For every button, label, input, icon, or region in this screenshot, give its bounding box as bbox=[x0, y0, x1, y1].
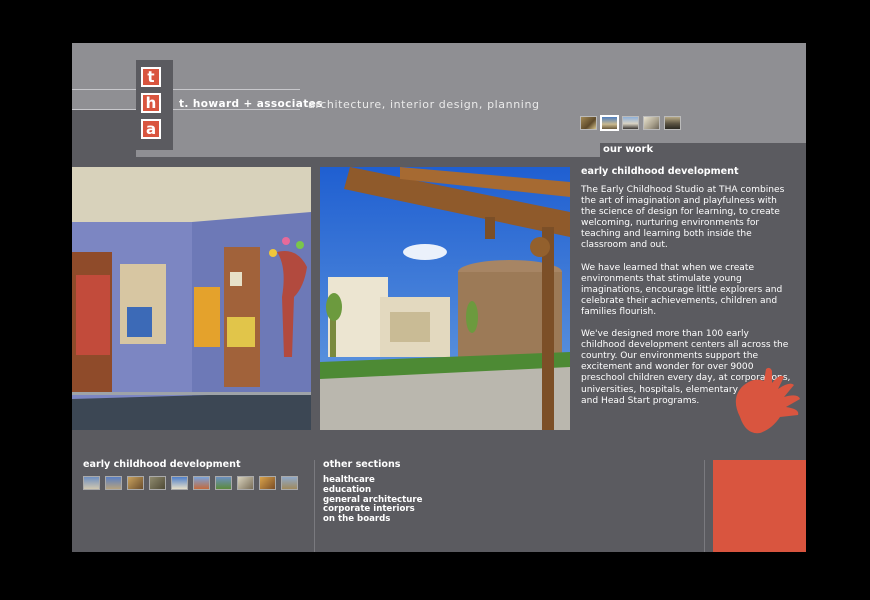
project-thumb-1[interactable] bbox=[580, 116, 597, 130]
project-title: early childhood development bbox=[581, 166, 739, 177]
section-thumb[interactable] bbox=[127, 476, 144, 490]
footer-nav: early childhood development other sectio… bbox=[72, 440, 806, 552]
site-container: t h a t. howard + associates architectur… bbox=[72, 43, 806, 552]
project-thumb-5[interactable] bbox=[664, 116, 681, 130]
accent-block bbox=[713, 460, 806, 552]
other-sections-list: healthcare education general architectur… bbox=[323, 475, 422, 525]
main-content: early childhood development The Early Ch… bbox=[72, 157, 806, 440]
other-sections-title: other sections bbox=[323, 459, 401, 470]
section-thumb[interactable] bbox=[215, 476, 232, 490]
logo[interactable]: t h a bbox=[136, 60, 173, 150]
nav-link-on-the-boards[interactable]: on the boards bbox=[323, 514, 422, 525]
project-thumb-4[interactable] bbox=[643, 116, 660, 130]
handprint-icon bbox=[735, 367, 800, 434]
project-thumb-2[interactable] bbox=[601, 116, 618, 130]
project-thumb-3[interactable] bbox=[622, 116, 639, 130]
description-paragraph: We have learned that when we create envi… bbox=[581, 262, 783, 317]
section-thumbnail-strip bbox=[83, 476, 298, 490]
classroom-photo bbox=[72, 167, 311, 430]
section-thumb[interactable] bbox=[105, 476, 122, 490]
tagline: architecture, interior design, planning bbox=[308, 98, 540, 111]
footer-divider bbox=[314, 460, 315, 552]
section-thumb[interactable] bbox=[259, 476, 276, 490]
logo-letter-t: t bbox=[141, 67, 161, 87]
our-work-label: our work bbox=[603, 144, 654, 155]
project-thumbnail-strip bbox=[580, 116, 681, 130]
section-title: early childhood development bbox=[83, 459, 241, 470]
header-rule-top bbox=[72, 89, 300, 90]
description-paragraph: The Early Childhood Studio at THA combin… bbox=[581, 185, 785, 251]
courtyard-photo bbox=[320, 167, 570, 430]
firm-name: t. howard + associates bbox=[179, 98, 323, 110]
logo-letter-a: a bbox=[141, 119, 161, 139]
section-thumb[interactable] bbox=[83, 476, 100, 490]
section-thumb[interactable] bbox=[281, 476, 298, 490]
logo-letter-h: h bbox=[141, 93, 161, 113]
section-thumb[interactable] bbox=[149, 476, 166, 490]
section-thumb[interactable] bbox=[193, 476, 210, 490]
section-thumb[interactable] bbox=[237, 476, 254, 490]
footer-divider bbox=[704, 460, 705, 552]
section-thumb[interactable] bbox=[171, 476, 188, 490]
